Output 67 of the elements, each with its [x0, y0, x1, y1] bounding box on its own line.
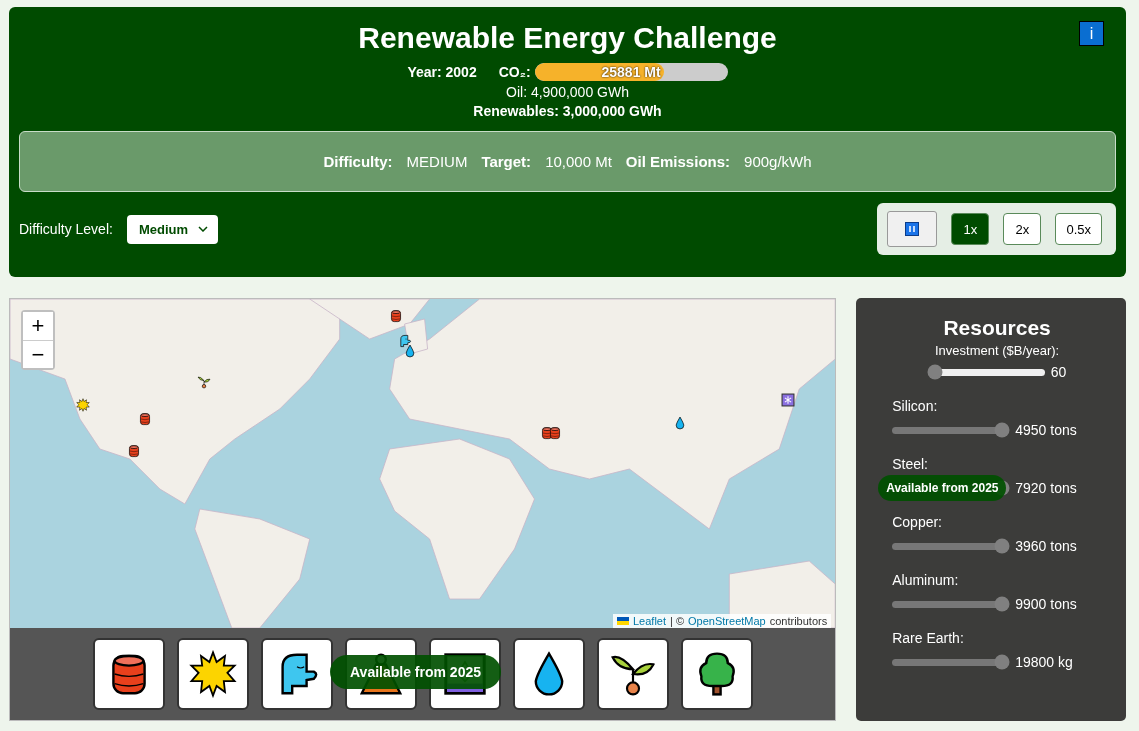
zoom-out-button[interactable]: − [23, 340, 53, 368]
flag-icon [617, 617, 629, 625]
slider-label: Copper: [892, 514, 942, 530]
energy-source-button[interactable] [176, 638, 249, 710]
barrel-icon [126, 444, 141, 458]
resources-title: Resources [942, 316, 1052, 340]
sprout-icon [196, 374, 211, 389]
difficulty-label: Difficulty Level: [19, 221, 113, 237]
energy-source-button[interactable] [596, 638, 669, 710]
energy-source-button[interactable] [512, 638, 585, 710]
energy-source-button[interactable] [260, 638, 333, 710]
speed-button[interactable]: 2x [1003, 213, 1042, 245]
snowflake-icon [781, 393, 796, 407]
renewables-output: Renewables: 3,000,000 GWh [473, 103, 662, 119]
sun-icon [188, 650, 237, 698]
co2-reading: 25881 Mt [600, 63, 662, 81]
barrel-icon [137, 412, 152, 427]
slider-label: Silicon: [892, 398, 938, 414]
speed-button[interactable]: 1x [951, 213, 990, 245]
setting-value: 900g/kWh [744, 153, 812, 170]
setting-label: Target: [481, 153, 532, 170]
leaflet-link[interactable]: Leaflet [633, 615, 667, 627]
setting-value: 10,000 Mt [545, 153, 612, 170]
slider-thumb[interactable] [927, 364, 943, 380]
energy-source-button[interactable] [92, 638, 165, 710]
co2-label: CO₂: [498, 64, 531, 80]
app-title: Renewable Energy Challenge [358, 21, 777, 55]
slider[interactable] [927, 364, 1045, 380]
chevron-icon [198, 226, 209, 232]
speed-button[interactable]: 0.5x [1055, 213, 1102, 245]
attribution-separator: | © [670, 615, 685, 627]
pause-icon [905, 222, 920, 236]
slider-thumb[interactable] [994, 538, 1010, 554]
tooltip: Available from 2025 [330, 655, 501, 689]
slider[interactable] [892, 422, 1010, 438]
setting-label: Difficulty: [323, 153, 393, 170]
info-button[interactable]: i [1079, 21, 1104, 46]
barrel-icon [389, 309, 404, 324]
energy-source-button[interactable] [680, 638, 753, 710]
slider-label: Rare Earth: [892, 630, 964, 646]
slider-label: Steel: [892, 456, 928, 472]
difficulty-dropdown[interactable]: Medium [126, 214, 219, 244]
face-blowing-icon [398, 334, 413, 349]
slider-label: Aluminum: [892, 572, 959, 588]
slider-thumb[interactable] [994, 422, 1010, 438]
pause-button[interactable] [887, 211, 938, 247]
slider-value: 7920 tons [1015, 480, 1077, 496]
slider[interactable] [892, 596, 1010, 612]
slider-value: 3960 tons [1015, 538, 1077, 554]
slider[interactable] [892, 654, 1010, 670]
setting-label: Oil Emissions: [625, 153, 731, 170]
oil-output: Oil: 4,900,000 GWh [506, 84, 629, 100]
slider-value: 4950 tons [1015, 422, 1077, 438]
slider[interactable] [892, 538, 1010, 554]
barrel-icon [548, 425, 563, 440]
year-label: Year: 2002 [407, 64, 477, 80]
tooltip: Available from 2025 [878, 475, 1007, 501]
slider-value: 60 [1050, 364, 1067, 380]
slider-value: 9900 tons [1015, 596, 1077, 612]
slider-label: Investment ($B/year): [934, 343, 1060, 358]
sun-icon [75, 397, 90, 412]
slider-thumb[interactable] [994, 654, 1010, 670]
slider-value: 19800 kg [1015, 654, 1073, 670]
attribution-text: contributors [769, 615, 828, 627]
slider-thumb[interactable] [994, 596, 1010, 612]
openstreetmap-link[interactable]: OpenStreetMap [688, 615, 766, 627]
setting-value: MEDIUM [406, 153, 468, 170]
